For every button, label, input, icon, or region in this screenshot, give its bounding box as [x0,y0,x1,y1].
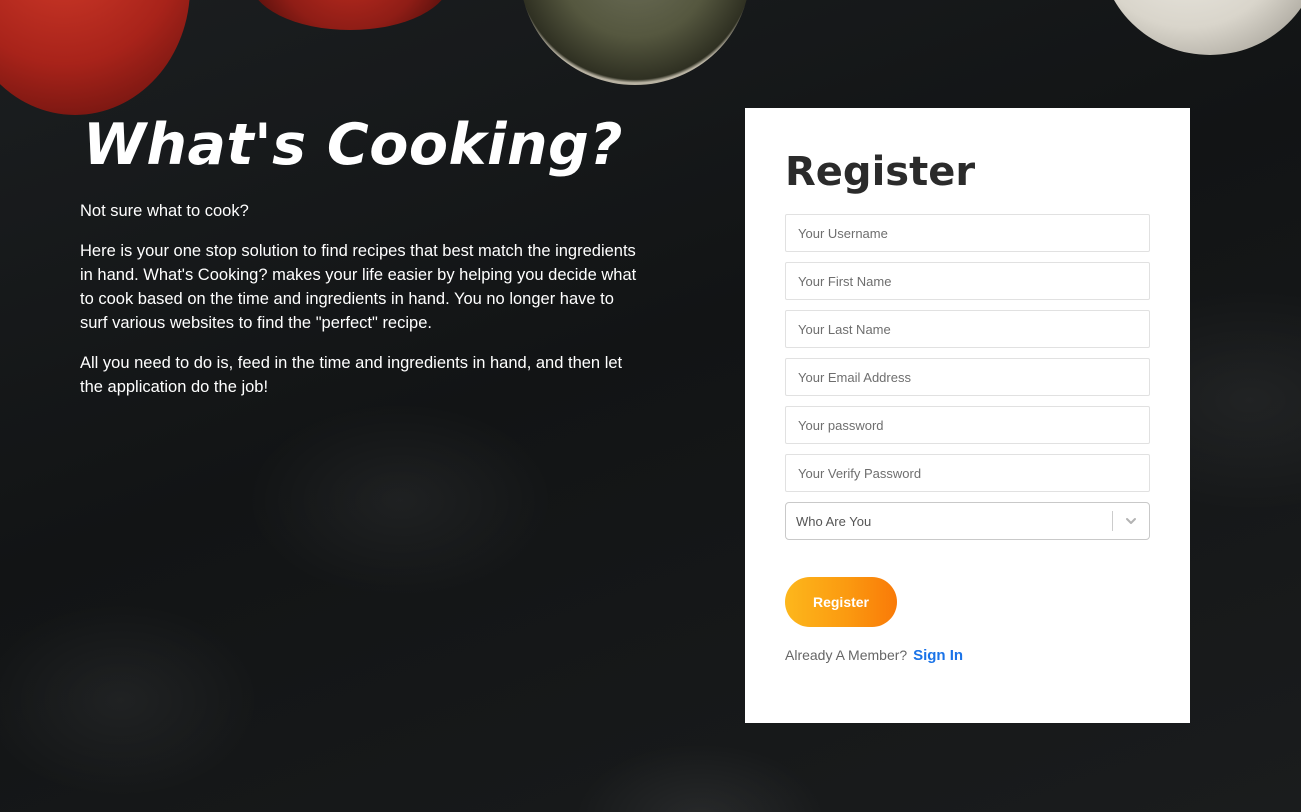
verify-password-input[interactable] [785,454,1150,492]
register-card: Register Who Are You Register Already A … [745,108,1190,723]
first-name-input[interactable] [785,262,1150,300]
hero-paragraph-2: All you need to do is, feed in the time … [80,354,623,396]
sign-in-link[interactable]: Sign In [913,647,963,664]
herb-bowl-image [520,0,750,85]
hero-section: What's Cooking? Not sure what to cook? H… [80,105,640,399]
signin-prompt: Already A Member? Sign In [785,647,1150,664]
register-button[interactable]: Register [785,577,897,627]
last-name-input[interactable] [785,310,1150,348]
role-select-value: Who Are You [796,513,872,529]
email-input[interactable] [785,358,1150,396]
register-form: Who Are You Register Already A Member? S… [785,214,1150,664]
register-title: Register [785,149,976,195]
role-select[interactable]: Who Are You [785,502,1150,540]
hero-intro: Not sure what to cook? [80,202,249,220]
tomato-image-2 [250,0,450,30]
password-input[interactable] [785,406,1150,444]
site-title: What's Cooking? [83,112,623,178]
tomato-image [0,0,190,115]
username-input[interactable] [785,214,1150,252]
already-member-text: Already A Member? [785,647,908,663]
hero-paragraph-1: Here is your one stop solution to find r… [80,242,637,332]
white-bowl-image [1100,0,1301,55]
chevron-down-icon[interactable] [1113,503,1149,539]
